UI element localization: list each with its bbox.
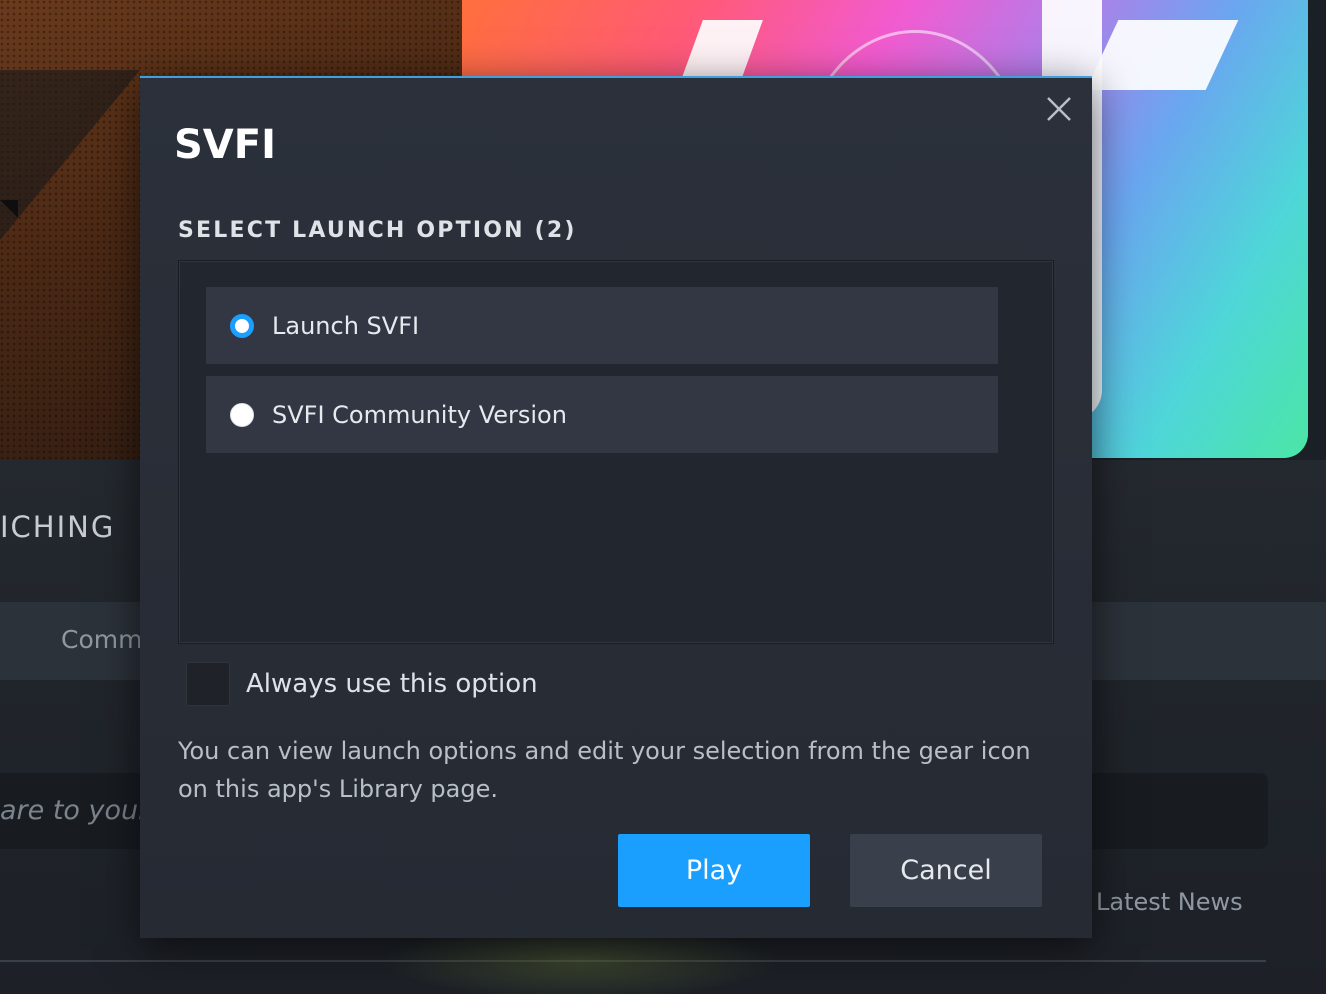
launch-option-launch-svfi[interactable]: Launch SVFI [206, 287, 998, 364]
background-latest-news-link[interactable]: Latest News [1096, 888, 1243, 916]
close-icon [1047, 97, 1071, 121]
always-use-label: Always use this option [246, 669, 538, 699]
cancel-button[interactable]: Cancel [850, 834, 1042, 907]
background-section-heading: ICHING [0, 510, 116, 544]
always-use-checkbox[interactable] [186, 662, 230, 706]
radio-unselected-icon[interactable] [230, 402, 254, 427]
launch-options-dialog: SVFI SELECT LAUNCH OPTION (2) Launch SVF… [140, 76, 1092, 938]
launch-options-hint: You can view launch options and edit you… [178, 737, 1031, 803]
play-button[interactable]: Play [618, 834, 810, 907]
dialog-title: SVFI [174, 122, 276, 168]
background-tab-community[interactable]: Comm [61, 625, 142, 654]
radio-selected-icon[interactable] [230, 313, 254, 338]
close-button[interactable] [1044, 94, 1074, 124]
launch-option-label: Launch SVFI [272, 311, 420, 340]
launch-option-section-label: SELECT LAUNCH OPTION (2) [178, 218, 577, 243]
launch-option-community-version[interactable]: SVFI Community Version [206, 376, 998, 453]
always-use-option-row[interactable]: Always use this option [186, 662, 538, 706]
launch-options-list: Launch SVFI SVFI Community Version [178, 260, 1054, 644]
launch-option-label: SVFI Community Version [272, 400, 567, 429]
background-post-placeholder: are to your [0, 795, 150, 826]
